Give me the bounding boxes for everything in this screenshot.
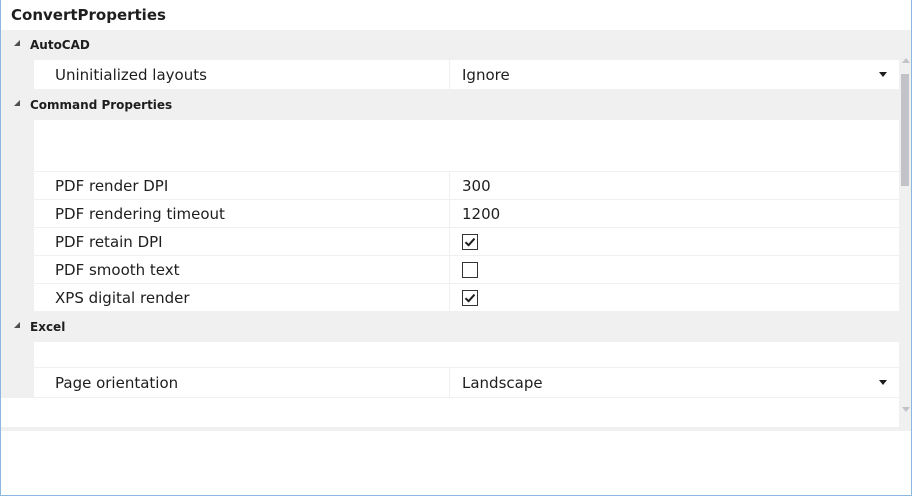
category-label: Command Properties	[30, 98, 173, 112]
checkbox-pdf-smooth-text[interactable]	[462, 262, 478, 278]
row-gutter	[1, 120, 34, 172]
property-row-page-orientation[interactable]: Page orientation Landscape	[1, 368, 899, 398]
property-grid: AutoCAD Uninitialized layouts Ignore Com…	[1, 30, 899, 427]
category-autocad[interactable]: AutoCAD	[1, 30, 899, 60]
property-name: XPS digital render	[55, 289, 190, 307]
column-divider[interactable]	[449, 228, 450, 256]
column-divider[interactable]	[449, 200, 450, 228]
category-label: AutoCAD	[30, 38, 90, 52]
column-divider[interactable]	[449, 172, 450, 200]
row-gutter	[1, 60, 34, 90]
checkmark-icon	[464, 293, 476, 303]
property-row-pdf-smooth-text[interactable]: PDF smooth text	[1, 256, 899, 284]
spacer-row	[1, 120, 899, 172]
property-row-pdf-retain-dpi[interactable]: PDF retain DPI	[1, 228, 899, 256]
row-gutter	[1, 284, 34, 312]
property-name: PDF smooth text	[55, 261, 180, 279]
expander-triangle-icon[interactable]	[14, 100, 20, 106]
row-gutter	[1, 368, 34, 398]
expander-triangle-icon[interactable]	[14, 40, 20, 46]
category-label: Excel	[30, 320, 66, 334]
property-row-uninitialized-layouts[interactable]: Uninitialized layouts Ignore	[1, 60, 899, 90]
column-divider[interactable]	[449, 60, 450, 90]
property-value-input[interactable]: 1200	[462, 200, 500, 228]
property-grid-window: ConvertProperties AutoCAD Uninitialized …	[0, 0, 912, 496]
column-divider[interactable]	[449, 284, 450, 312]
property-value-input[interactable]: 300	[462, 172, 491, 200]
checkbox-xps-digital-render[interactable]	[462, 290, 478, 306]
scrollbar-thumb[interactable]	[901, 74, 909, 186]
row-gutter	[1, 342, 34, 368]
checkbox-pdf-retain-dpi[interactable]	[462, 234, 478, 250]
category-command-properties[interactable]: Command Properties	[1, 90, 899, 120]
chevron-down-icon[interactable]	[879, 72, 887, 77]
property-row-pdf-rendering-timeout[interactable]: PDF rendering timeout 1200	[1, 200, 899, 228]
property-name: Page orientation	[55, 374, 179, 392]
scroll-up-arrow-icon[interactable]	[902, 58, 910, 63]
row-gutter	[1, 172, 34, 200]
property-name: PDF render DPI	[55, 177, 169, 195]
column-divider[interactable]	[449, 368, 450, 398]
property-row-xps-digital-render[interactable]: XPS digital render	[1, 284, 899, 312]
description-pane	[1, 431, 911, 495]
scroll-down-arrow-icon[interactable]	[902, 407, 910, 412]
property-row-pdf-render-dpi[interactable]: PDF render DPI 300	[1, 172, 899, 200]
category-excel[interactable]: Excel	[1, 312, 899, 342]
expander-triangle-icon[interactable]	[14, 322, 20, 328]
property-name: PDF retain DPI	[55, 233, 163, 251]
column-divider[interactable]	[449, 256, 450, 284]
row-gutter	[1, 200, 34, 228]
property-name: PDF rendering timeout	[55, 205, 225, 223]
chevron-down-icon[interactable]	[879, 380, 887, 385]
property-value-dropdown[interactable]: Landscape	[462, 368, 543, 398]
row-gutter	[1, 228, 34, 256]
checkmark-icon	[464, 237, 476, 247]
property-name: Uninitialized layouts	[55, 66, 207, 84]
row-gutter	[1, 256, 34, 284]
vertical-scrollbar[interactable]	[899, 30, 911, 427]
spacer-row	[1, 342, 899, 368]
property-value-dropdown[interactable]: Ignore	[462, 60, 510, 90]
page-title: ConvertProperties	[1, 0, 911, 30]
